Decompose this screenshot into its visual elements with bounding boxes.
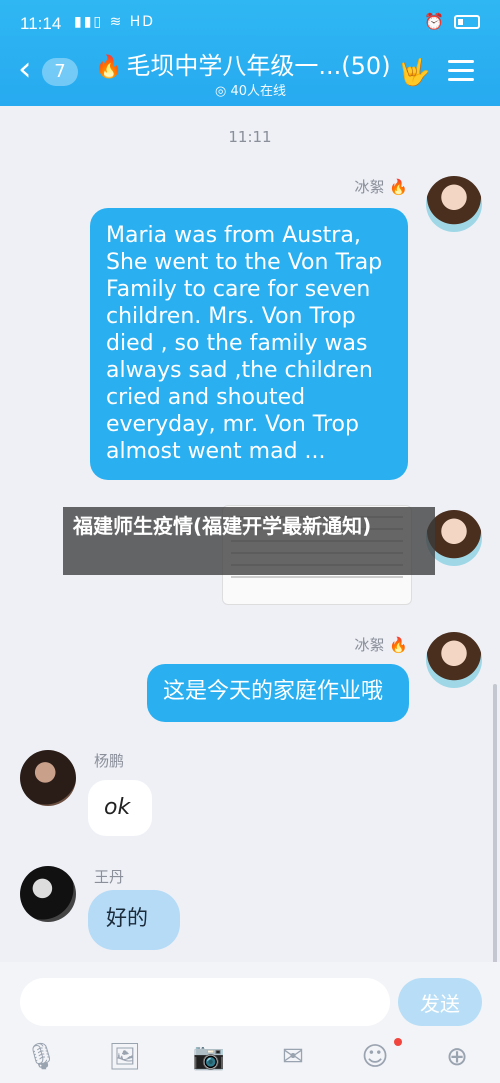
scrollbar[interactable] <box>493 684 497 969</box>
sender-name: 冰絮 🔥 <box>354 636 408 654</box>
chat-timestamp: 11:11 <box>228 128 272 146</box>
overlay-caption: 福建师生疫情(福建开学最新通知) <box>63 507 435 575</box>
message-text: 好的 <box>106 906 148 930</box>
mic-icon[interactable]: 🎙 <box>24 1042 58 1072</box>
sender-name: 冰絮 🔥 <box>354 178 408 196</box>
alarm-icon: ⏰ <box>424 12 444 31</box>
unread-count-badge[interactable]: 7 <box>42 58 78 86</box>
avatar[interactable] <box>426 176 482 232</box>
back-icon[interactable]: ‹ <box>18 52 32 86</box>
image-icon[interactable]: 🖼 <box>108 1042 142 1072</box>
fire-icon: 🔥 <box>95 55 123 80</box>
message-text: ok <box>104 795 131 820</box>
notification-dot <box>394 1038 402 1046</box>
menu-icon[interactable] <box>448 60 474 82</box>
status-right: ⏰ <box>424 12 480 31</box>
avatar[interactable] <box>20 750 76 806</box>
message-bubble[interactable]: 这是今天的家庭作业哦 <box>147 664 409 722</box>
message-text: 这是今天的家庭作业哦 <box>163 679 384 704</box>
message-bubble[interactable]: Maria was from Austra, She went to the V… <box>90 208 408 480</box>
battery-icon <box>454 14 480 29</box>
input-bar: 发送 🎙 🖼 📷 ✉ ☺ ⊕ <box>0 962 500 1083</box>
status-bar: 11:14 ▮▮▯ ≋ HD ⏰ <box>0 12 500 34</box>
message-bubble[interactable]: ok <box>88 780 152 836</box>
message-text: Maria was from Austra, She went to the V… <box>106 223 383 464</box>
hand-icon[interactable]: 🤟 <box>398 58 430 88</box>
avatar[interactable] <box>20 866 76 922</box>
group-title-text: 毛坝中学八年级一...(50) <box>126 52 391 80</box>
chat-header: 11:14 ▮▮▯ ≋ HD ⏰ ‹ 7 🔥 毛坝中学八年级一...(50) ◎ … <box>0 0 500 106</box>
plus-icon[interactable]: ⊕ <box>440 1042 474 1072</box>
send-button[interactable]: 发送 <box>398 978 482 1026</box>
red-packet-icon[interactable]: ✉ <box>276 1042 310 1072</box>
signal-icons: ▮▮▯ ≋ HD <box>74 14 156 30</box>
group-title[interactable]: 🔥 毛坝中学八年级一...(50) <box>95 46 391 81</box>
online-count: ◎ 40人在线 <box>215 84 287 99</box>
sender-name: 王丹 <box>94 868 125 886</box>
camera-icon[interactable]: 📷 <box>192 1042 226 1072</box>
message-input[interactable] <box>20 978 390 1026</box>
sender-name: 杨鹏 <box>94 752 125 770</box>
status-time: 11:14 <box>20 14 62 33</box>
avatar[interactable] <box>426 632 482 688</box>
emoji-icon[interactable]: ☺ <box>358 1042 392 1072</box>
